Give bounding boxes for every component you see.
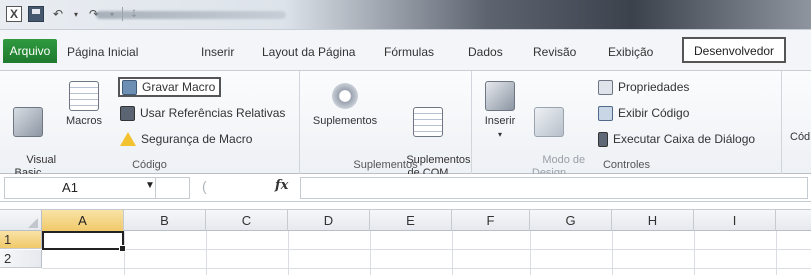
grid-line <box>288 231 289 275</box>
column-header-a[interactable]: A <box>42 210 124 231</box>
column-header-i[interactable]: I <box>694 210 776 231</box>
column-header-g[interactable]: G <box>530 210 612 231</box>
warning-icon <box>120 132 136 146</box>
name-box-dropdown-icon[interactable]: ▼ <box>145 180 155 191</box>
undo-dropdown-icon[interactable]: ▾ <box>72 6 80 22</box>
ribbon: Visual Basic Macros Gravar Macro Usar Re… <box>0 70 811 179</box>
com-addin-icon <box>413 107 443 137</box>
grid-line <box>530 231 531 275</box>
gravar-macro-button[interactable]: Gravar Macro <box>118 77 222 97</box>
column-header-h[interactable]: H <box>612 210 694 231</box>
suplementos-button[interactable]: Suplementos <box>306 81 384 128</box>
inserir-dropdown-icon: ▾ <box>497 130 502 139</box>
column-header-row: A B C D E F G H I <box>0 209 811 231</box>
suplementos-label: Suplementos <box>312 115 378 127</box>
undo-icon[interactable]: ↶ <box>50 6 66 22</box>
column-header-c[interactable]: C <box>206 210 288 231</box>
grid-line <box>612 231 613 275</box>
spreadsheet-grid: A B C D E F G H I 1 2 <box>0 202 811 275</box>
formula-bar-controls <box>155 178 191 198</box>
column-header-d[interactable]: D <box>288 210 370 231</box>
grid-line <box>694 231 695 275</box>
view-code-icon <box>598 105 613 121</box>
tab-inserir[interactable]: Inserir <box>201 41 234 63</box>
save-icon[interactable] <box>28 6 44 22</box>
group-suplementos: Suplementos Suplementos de COM Suplement… <box>300 71 472 179</box>
grid-line <box>370 231 371 275</box>
group-label-codigo: Código <box>132 159 167 171</box>
toolbox-icon <box>485 81 515 111</box>
formula-bar-expand-icon[interactable]: ( <box>202 178 207 194</box>
executar-caixa-label: Executar Caixa de Diálogo <box>613 132 756 146</box>
xml-source-button-partial[interactable]: Cód <box>790 131 810 143</box>
row-header-2[interactable]: 2 <box>0 250 42 268</box>
formula-bar: A1 ▼ ( fx <box>0 174 811 202</box>
exibir-codigo-label: Exibir Código <box>618 106 690 120</box>
design-mode-icon <box>534 107 564 137</box>
grid-line <box>206 231 207 275</box>
seguranca-de-macro-button[interactable]: Segurança de Macro <box>120 129 252 149</box>
title-bar: X ↶ ▾ ↷ ▾ ⇣ <box>0 0 811 30</box>
tab-formulas[interactable]: Fórmulas <box>384 41 434 63</box>
exibir-codigo-button[interactable]: Exibir Código <box>598 103 689 123</box>
tab-revisao[interactable]: Revisão <box>533 41 576 63</box>
name-box[interactable]: A1 ▼ <box>4 177 190 199</box>
gear-icon <box>330 81 360 111</box>
usar-referencias-relativas-button[interactable]: Usar Referências Relativas <box>120 103 285 123</box>
gravar-macro-label: Gravar Macro <box>142 80 216 94</box>
macros-button[interactable]: Macros <box>62 81 106 128</box>
executar-caixa-de-dialogo-button[interactable]: Executar Caixa de Diálogo <box>598 129 755 149</box>
ribbon-tab-bar: Arquivo Página Inicial Inserir Layout da… <box>0 30 811 70</box>
properties-icon <box>598 79 613 95</box>
inserir-control-button[interactable]: Inserir ▾ <box>480 81 520 141</box>
macros-label: Macros <box>65 115 103 127</box>
macros-icon <box>69 81 99 111</box>
tab-desenvolvedor[interactable]: Desenvolvedor <box>682 37 787 63</box>
row-header-1[interactable]: 1 <box>0 231 42 249</box>
tab-pagina-inicial[interactable]: Página Inicial <box>67 41 138 63</box>
formula-input[interactable] <box>300 177 808 199</box>
visual-basic-icon <box>13 107 43 137</box>
insert-function-icon[interactable]: fx <box>275 178 288 193</box>
group-controles: Inserir ▾ Modo de Design Propriedades Ex… <box>472 71 782 179</box>
name-box-value: A1 <box>62 180 78 195</box>
grid-line <box>124 231 125 275</box>
grid-line <box>42 268 811 269</box>
run-dialog-icon <box>598 131 608 147</box>
grid-line <box>776 231 777 275</box>
select-all-button[interactable] <box>0 210 42 231</box>
active-cell-a1[interactable] <box>42 231 126 252</box>
group-codigo: Visual Basic Macros Gravar Macro Usar Re… <box>0 71 300 179</box>
tab-arquivo[interactable]: Arquivo <box>3 39 57 63</box>
tab-layout-da-pagina[interactable]: Layout da Página <box>262 41 355 63</box>
grid-line <box>452 231 453 275</box>
window-title-blurred <box>96 11 286 19</box>
tab-exibicao[interactable]: Exibição <box>608 41 653 63</box>
excel-icon[interactable]: X <box>6 6 22 22</box>
tab-dados[interactable]: Dados <box>468 41 503 63</box>
propriedades-button[interactable]: Propriedades <box>598 77 689 97</box>
seguranca-macro-label: Segurança de Macro <box>141 132 253 146</box>
column-header-e[interactable]: E <box>370 210 452 231</box>
column-header-f[interactable]: F <box>452 210 530 231</box>
usar-referencias-label: Usar Referências Relativas <box>140 106 286 120</box>
inserir-control-label: Inserir <box>484 115 516 127</box>
record-macro-icon <box>122 79 137 95</box>
grid-line <box>42 249 811 250</box>
propriedades-label: Propriedades <box>618 80 690 94</box>
relative-references-icon <box>120 105 135 121</box>
group-label-controles: Controles <box>602 159 651 171</box>
group-label-suplementos: Suplementos <box>353 159 418 171</box>
column-header-b[interactable]: B <box>124 210 206 231</box>
